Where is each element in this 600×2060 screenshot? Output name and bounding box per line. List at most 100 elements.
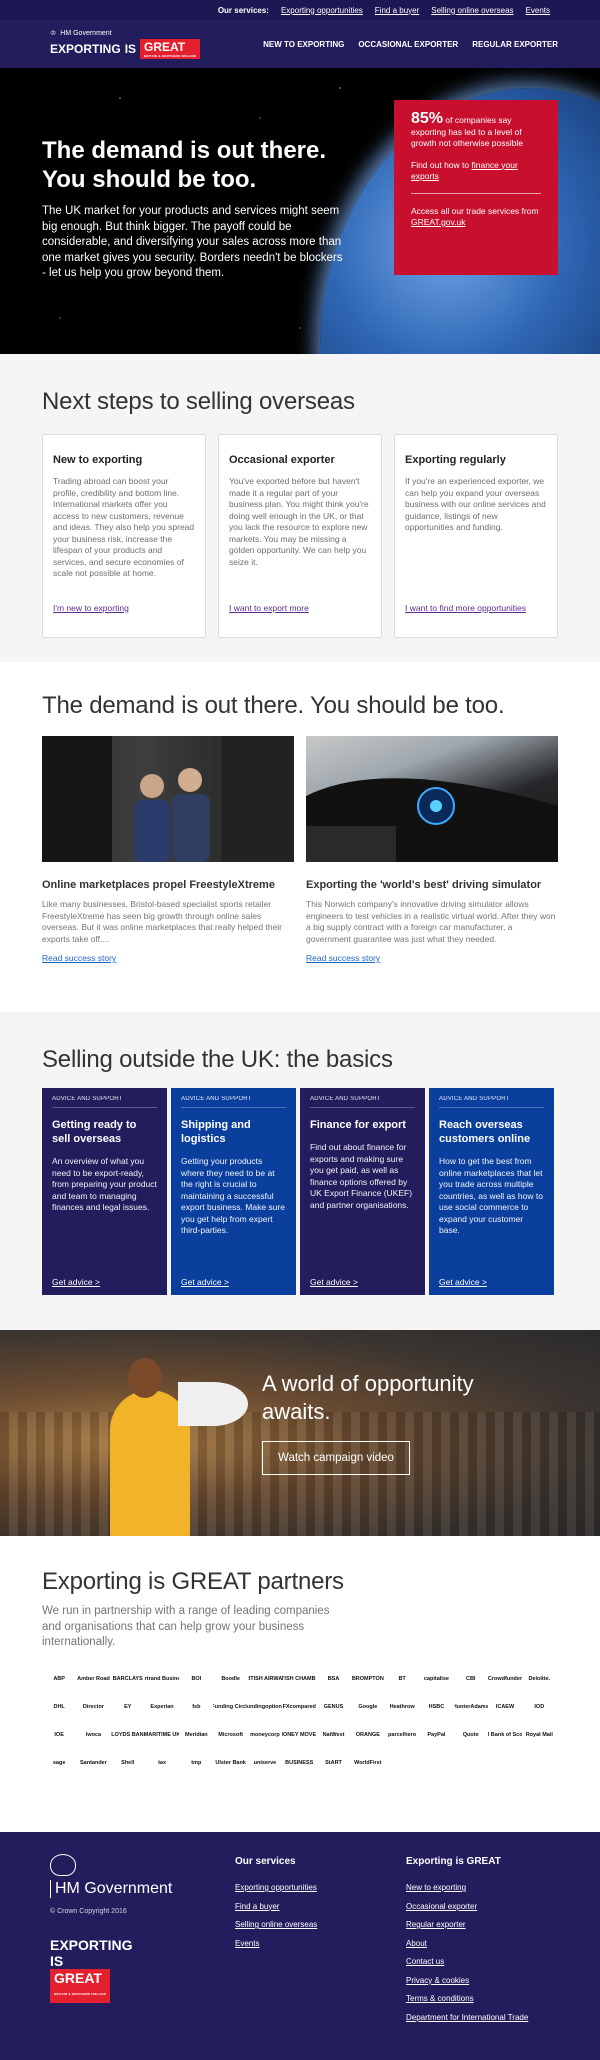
footer-link[interactable]: Contact us — [406, 1957, 528, 1966]
partner-logo[interactable]: capitalise — [419, 1665, 453, 1693]
get-advice-link[interactable]: Get advice > — [181, 1277, 229, 1287]
read-story-link[interactable]: Read success story — [306, 953, 380, 963]
partner-logo[interactable]: Iwoca — [76, 1721, 110, 1749]
step-link[interactable]: I'm new to exporting — [53, 603, 129, 613]
partner-logo[interactable]: FXcompared — [282, 1693, 316, 1721]
advice-card-shipping[interactable]: ADVICE AND SUPPORT Shipping and logistic… — [171, 1088, 296, 1295]
footer-services-column: Our services Exporting opportunities Fin… — [235, 1856, 317, 1957]
partner-logo[interactable]: ICAEW — [488, 1693, 522, 1721]
partner-logo[interactable]: EY — [111, 1693, 145, 1721]
footer-link[interactable]: Department for International Trade — [406, 2013, 528, 2022]
read-story-link[interactable]: Read success story — [42, 953, 116, 963]
step-link[interactable]: I want to export more — [229, 603, 309, 613]
story-image-freestylextreme[interactable] — [42, 736, 294, 862]
partner-logo[interactable]: BRITISH AIRWAYS — [248, 1665, 282, 1693]
footer-link[interactable]: Events — [235, 1939, 317, 1948]
partner-logo[interactable]: tax — [145, 1749, 179, 1777]
partner-logo[interactable]: Experian — [145, 1693, 179, 1721]
advice-card-getting-ready[interactable]: ADVICE AND SUPPORT Getting ready to sell… — [42, 1088, 167, 1295]
partner-logo[interactable]: Amber Road — [76, 1665, 110, 1693]
partner-logo[interactable]: Bertrand Business — [145, 1665, 179, 1693]
partner-logo[interactable]: BUSINESS — [282, 1749, 316, 1777]
partner-logo[interactable]: BSA — [316, 1665, 350, 1693]
partner-logo[interactable]: StART — [316, 1749, 350, 1777]
step-link[interactable]: I want to find more opportunities — [405, 603, 526, 613]
partner-logo[interactable]: ABP — [42, 1665, 76, 1693]
partner-logo[interactable]: WorldFirst — [351, 1749, 385, 1777]
partner-logo[interactable]: Funding Circle — [213, 1693, 247, 1721]
nav-occasional-exporter[interactable]: OCCASIONAL EXPORTER — [358, 40, 458, 49]
partner-logo[interactable]: Director — [76, 1693, 110, 1721]
services-link-exporting-opportunities[interactable]: Exporting opportunities — [281, 6, 363, 15]
partner-logo[interactable]: CBI — [454, 1665, 488, 1693]
partner-logo[interactable]: Google — [351, 1693, 385, 1721]
partner-logo[interactable]: Crowdfunder — [488, 1665, 522, 1693]
partner-logo[interactable]: IOD — [522, 1693, 556, 1721]
advice-title: Reach overseas customers online — [439, 1119, 531, 1145]
watch-video-button[interactable]: Watch campaign video — [262, 1441, 410, 1475]
nav-new-to-exporting[interactable]: NEW TO EXPORTING — [263, 40, 344, 49]
partner-logo[interactable]: Ulster Bank — [213, 1749, 247, 1777]
partner-logo[interactable]: Quote — [454, 1721, 488, 1749]
partner-logo[interactable]: HunterAdams — [454, 1693, 488, 1721]
partners-title: Exporting is GREAT partners — [42, 1568, 344, 1595]
partner-logo[interactable]: BARCLAYS — [111, 1665, 145, 1693]
partner-logo[interactable]: Meridian — [179, 1721, 213, 1749]
partner-logo[interactable]: MARITIME UK — [145, 1721, 179, 1749]
partner-logo[interactable]: ORANGE — [351, 1721, 385, 1749]
story-image-driving-simulator[interactable] — [306, 736, 558, 862]
partner-logo[interactable]: moneycorp — [248, 1721, 282, 1749]
nav-regular-exporter[interactable]: REGULAR EXPORTER — [472, 40, 558, 49]
partner-logo[interactable]: Royal Mail — [522, 1721, 556, 1749]
footer-eig-column: Exporting is GREAT New to exporting Occa… — [406, 1856, 528, 2031]
partner-logo[interactable]: BOI — [179, 1665, 213, 1693]
partner-logo[interactable]: NatWest — [316, 1721, 350, 1749]
logo-great-sub: BRITAIN & NORTHERN IRELAND — [144, 54, 197, 58]
advice-card-finance[interactable]: ADVICE AND SUPPORT Finance for export Fi… — [300, 1088, 425, 1295]
partner-logo[interactable]: Deloitte. — [522, 1665, 556, 1693]
footer-link[interactable]: Selling online overseas — [235, 1920, 317, 1929]
partner-logo[interactable]: Santander — [76, 1749, 110, 1777]
partner-logo[interactable]: Boodle — [213, 1665, 247, 1693]
partner-logo[interactable]: tmp — [179, 1749, 213, 1777]
footer-link[interactable]: Privacy & cookies — [406, 1976, 528, 1985]
partner-logo[interactable]: BRITISH CHAMBERS — [282, 1665, 316, 1693]
partner-logo[interactable]: PayPal — [419, 1721, 453, 1749]
partner-logo[interactable]: BT — [385, 1665, 419, 1693]
partner-logo[interactable]: DHL — [42, 1693, 76, 1721]
partners-lead: We run in partnership with a range of le… — [42, 1605, 330, 1648]
footer-link[interactable]: Regular exporter — [406, 1920, 528, 1929]
great-gov-link[interactable]: GREAT.gov.uk — [411, 217, 465, 227]
footer-link[interactable]: Exporting opportunities — [235, 1883, 317, 1892]
partner-logo[interactable]: Royal Bank of Scotland — [488, 1721, 522, 1749]
partner-logo[interactable]: uniserve — [248, 1749, 282, 1777]
get-advice-link[interactable]: Get advice > — [52, 1277, 100, 1287]
footer-link[interactable]: Occasional exporter — [406, 1902, 528, 1911]
advice-card-online[interactable]: ADVICE AND SUPPORT Reach overseas custom… — [429, 1088, 554, 1295]
partner-logo[interactable]: fundingoptions — [248, 1693, 282, 1721]
partner-logo[interactable]: Heathrow — [385, 1693, 419, 1721]
partner-logo[interactable]: Microsoft — [213, 1721, 247, 1749]
story-card: Exporting the 'world's best' driving sim… — [306, 736, 558, 966]
partner-logo[interactable]: GENUS — [316, 1693, 350, 1721]
partner-logo[interactable]: Shell — [111, 1749, 145, 1777]
exporting-is-great-logo[interactable]: ♔ HM Government EXPORTING IS GREAT BRITA… — [50, 29, 201, 59]
services-link-selling-online[interactable]: Selling online overseas — [431, 6, 513, 15]
footer-link[interactable]: New to exporting — [406, 1883, 528, 1892]
partner-logo[interactable]: sage — [42, 1749, 76, 1777]
partner-logo[interactable]: fsb — [179, 1693, 213, 1721]
footer-link[interactable]: Find a buyer — [235, 1902, 317, 1911]
partner-logo[interactable]: LLOYDS BANK — [111, 1721, 145, 1749]
partner-logo[interactable]: IOE — [42, 1721, 76, 1749]
footer-link[interactable]: Terms & conditions — [406, 1994, 528, 2003]
get-advice-link[interactable]: Get advice > — [439, 1277, 487, 1287]
services-bar: Our services: Exporting opportunities Fi… — [0, 0, 600, 20]
partner-logo[interactable]: MONEY MOVER — [282, 1721, 316, 1749]
services-link-events[interactable]: Events — [526, 6, 550, 15]
partner-logo[interactable]: BROMPTON — [351, 1665, 385, 1693]
partner-logo[interactable]: HSBC — [419, 1693, 453, 1721]
get-advice-link[interactable]: Get advice > — [310, 1277, 358, 1287]
footer-link[interactable]: About — [406, 1939, 528, 1948]
services-link-find-a-buyer[interactable]: Find a buyer — [375, 6, 419, 15]
partner-logo[interactable]: parcelhero — [385, 1721, 419, 1749]
